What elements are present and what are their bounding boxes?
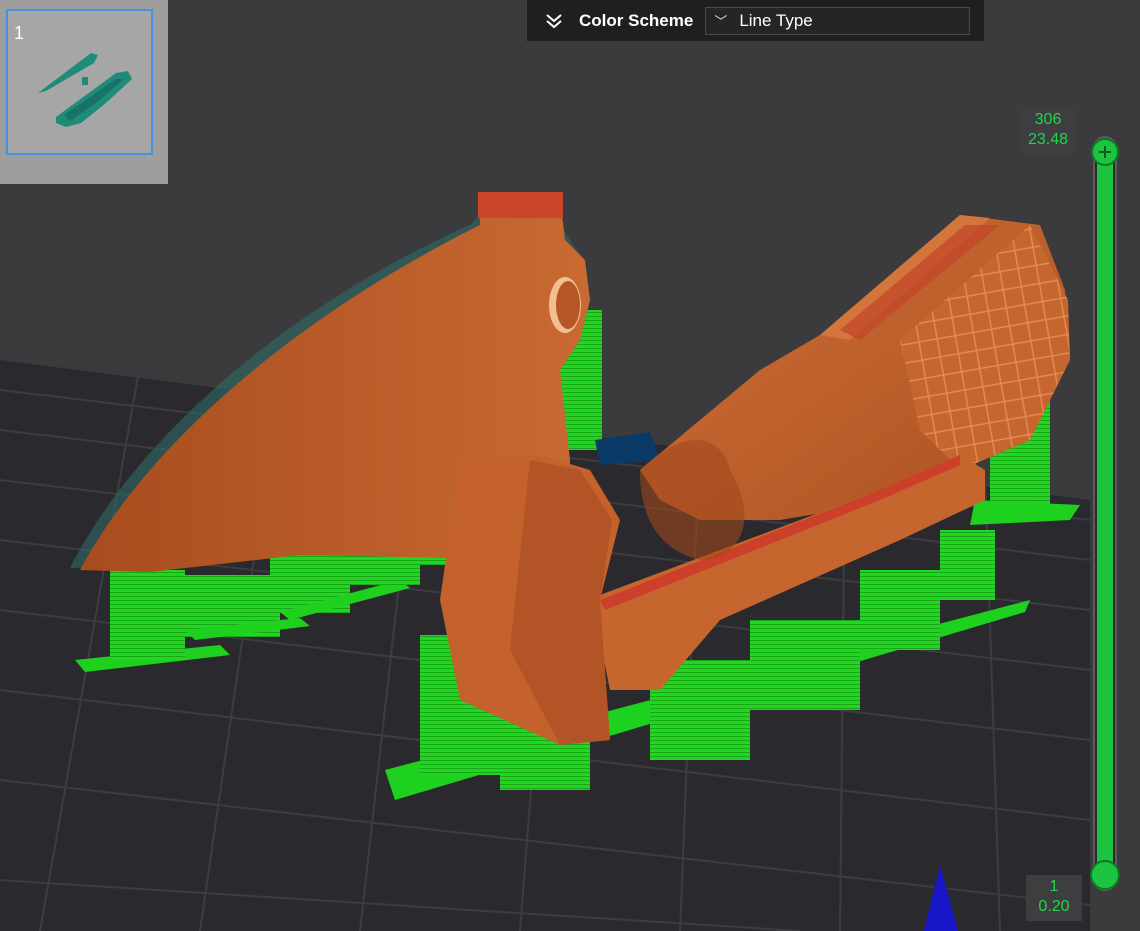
bottom-layer-handle[interactable] bbox=[1090, 860, 1120, 890]
bottom-layer-readout: 1 0.20 bbox=[1026, 875, 1082, 921]
plate-index-label: 1 bbox=[14, 23, 25, 43]
color-scheme-selected-value: Line Type bbox=[739, 10, 813, 30]
bottom-layer-number: 1 bbox=[1049, 878, 1059, 895]
color-scheme-label: Color Scheme bbox=[579, 10, 694, 30]
plate-list-panel: 1 bbox=[0, 0, 168, 184]
top-layer-readout: 306 23.48 bbox=[1020, 108, 1076, 154]
layer-slider-range bbox=[1097, 156, 1113, 874]
color-scheme-dropdown[interactable]: ﹀ Line Type bbox=[705, 6, 971, 35]
plate-thumbnail[interactable] bbox=[6, 9, 153, 155]
gcode-preview-viewport[interactable] bbox=[0, 0, 1140, 931]
top-layer-number: 306 bbox=[1034, 111, 1062, 128]
top-layer-height: 23.48 bbox=[1027, 131, 1069, 148]
collapse-panel-button[interactable] bbox=[537, 4, 571, 38]
chevron-down-icon: ﹀ bbox=[714, 14, 728, 29]
plate-preview-image bbox=[38, 53, 132, 127]
color-scheme-toolbar: Color Scheme ﹀ Line Type bbox=[527, 0, 984, 41]
double-chevron-down-icon bbox=[546, 13, 562, 28]
top-layer-handle[interactable] bbox=[1091, 138, 1119, 166]
bottom-layer-height: 0.20 bbox=[1038, 898, 1070, 915]
